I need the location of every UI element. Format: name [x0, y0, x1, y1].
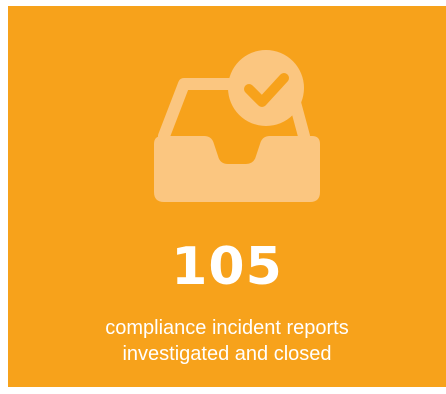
stat-caption-line-1: compliance incident reports — [105, 317, 349, 339]
stat-value: 105 — [171, 237, 283, 297]
stat-card: 105 compliance incident reports investig… — [8, 6, 446, 387]
inbox-checkmark-icon — [154, 50, 320, 202]
stat-caption-line-2: investigated and closed — [122, 343, 332, 365]
stat-caption: compliance incident reports investigated… — [8, 315, 446, 367]
